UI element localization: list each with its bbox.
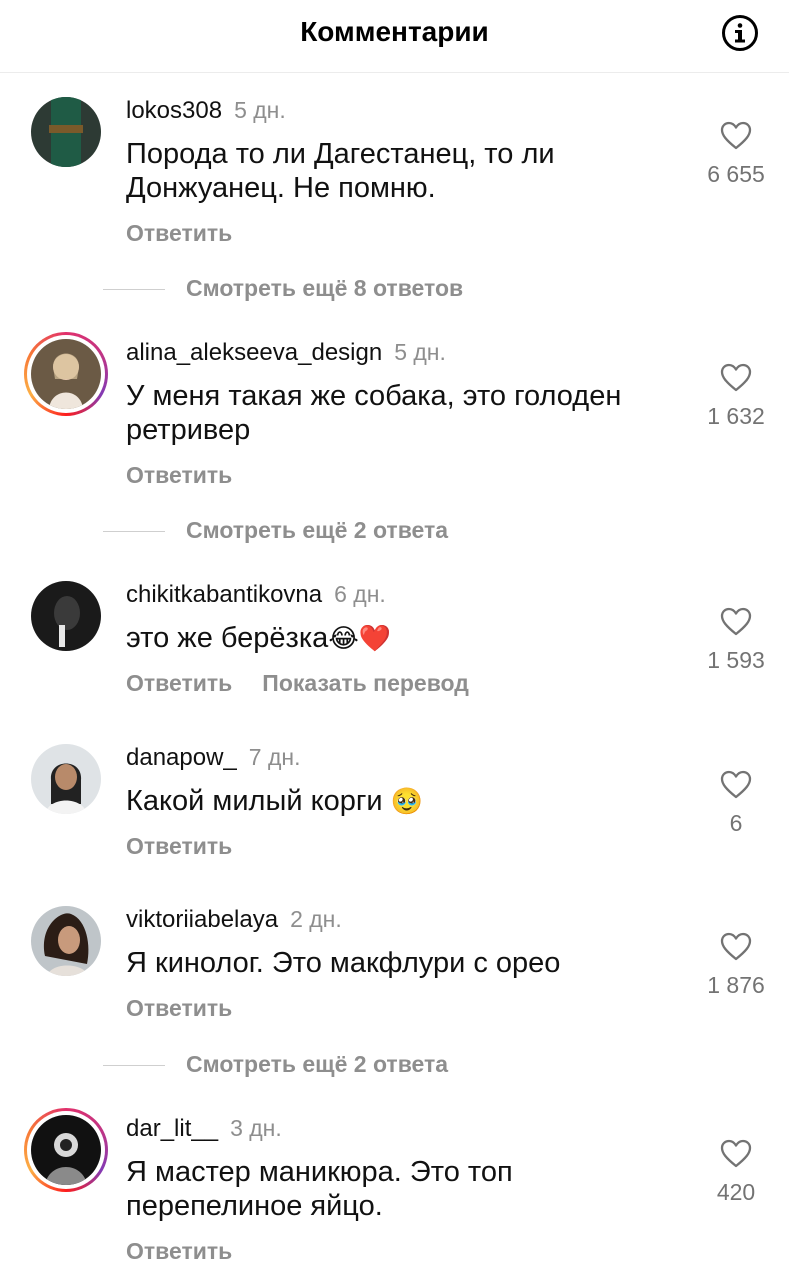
like-button[interactable]: 1 632 bbox=[700, 363, 772, 430]
heart-outline-icon[interactable] bbox=[720, 1139, 752, 1169]
view-replies-label[interactable]: Смотреть ещё 2 ответа bbox=[186, 517, 448, 544]
view-replies[interactable]: Смотреть ещё 2 ответа bbox=[0, 517, 789, 547]
like-count: 6 bbox=[729, 810, 743, 836]
header: Комментарии bbox=[0, 0, 789, 73]
info-icon[interactable] bbox=[721, 14, 759, 52]
reply-button[interactable]: Ответить bbox=[126, 670, 232, 696]
like-count: 1 876 bbox=[707, 972, 765, 998]
like-button[interactable]: 6 655 bbox=[700, 121, 772, 188]
heart-outline-icon[interactable] bbox=[720, 932, 752, 962]
timestamp: 3 дн. bbox=[230, 1115, 282, 1141]
reply-button[interactable]: Ответить bbox=[126, 462, 232, 488]
like-button[interactable]: 6 bbox=[700, 770, 772, 837]
view-replies[interactable]: Смотреть ещё 8 ответов bbox=[0, 275, 789, 305]
divider bbox=[103, 531, 165, 532]
like-count: 6 655 bbox=[707, 161, 765, 187]
like-count: 1 632 bbox=[707, 403, 765, 429]
avatar[interactable] bbox=[24, 1108, 108, 1192]
page-title: Комментарии bbox=[300, 16, 489, 47]
comment-text: У меня такая же собака, это голоден ретр… bbox=[126, 380, 622, 446]
like-button[interactable]: 1 876 bbox=[700, 932, 772, 999]
username[interactable]: dar_lit__ bbox=[126, 1115, 218, 1142]
view-replies[interactable]: Смотреть ещё 2 ответа bbox=[0, 1051, 789, 1081]
avatar[interactable] bbox=[24, 332, 108, 416]
emoji: 😂❤️ bbox=[328, 624, 392, 654]
timestamp: 2 дн. bbox=[290, 906, 342, 932]
divider bbox=[103, 289, 165, 290]
reply-button[interactable]: Ответить bbox=[126, 1238, 232, 1264]
avatar[interactable] bbox=[31, 97, 101, 167]
comment-text: Я кинолог. Это макфлури с орео bbox=[126, 947, 561, 979]
timestamp: 5 дн. bbox=[394, 339, 446, 365]
reply-button[interactable]: Ответить bbox=[126, 833, 232, 859]
like-count: 420 bbox=[716, 1179, 756, 1205]
heart-outline-icon[interactable] bbox=[720, 121, 752, 151]
username[interactable]: chikitkabantikovna bbox=[126, 581, 322, 608]
divider bbox=[103, 1065, 165, 1066]
username[interactable]: danapow_ bbox=[126, 744, 237, 771]
reply-button[interactable]: Ответить bbox=[126, 220, 232, 246]
like-button[interactable]: 1 593 bbox=[700, 607, 772, 674]
emoji: 🥹 bbox=[390, 787, 424, 817]
like-count: 1 593 bbox=[707, 647, 765, 673]
heart-outline-icon[interactable] bbox=[720, 607, 752, 637]
view-replies-label[interactable]: Смотреть ещё 8 ответов bbox=[186, 275, 463, 302]
comment-text: Какой милый корги 🥹 bbox=[126, 785, 424, 817]
comment-text: это же берёзка😂❤️ bbox=[126, 622, 392, 654]
username[interactable]: lokos308 bbox=[126, 97, 222, 124]
heart-outline-icon[interactable] bbox=[720, 363, 752, 393]
comment-text: Я мастер маникюра. Это топ перепелиное я… bbox=[126, 1156, 513, 1222]
heart-outline-icon[interactable] bbox=[720, 770, 752, 800]
timestamp: 7 дн. bbox=[248, 744, 301, 770]
like-button[interactable]: 420 bbox=[700, 1139, 772, 1206]
username[interactable]: alina_alekseeva_design bbox=[126, 339, 382, 366]
show-translation-button[interactable]: Показать перевод bbox=[262, 670, 469, 696]
reply-button[interactable]: Ответить bbox=[126, 995, 232, 1021]
timestamp: 5 дн. bbox=[234, 97, 286, 123]
avatar[interactable] bbox=[31, 906, 101, 976]
timestamp: 6 дн. bbox=[334, 581, 386, 607]
comment-text: Порода то ли Дагестанец, то ли Донжуанец… bbox=[126, 138, 555, 204]
avatar[interactable] bbox=[31, 744, 101, 814]
view-replies-label[interactable]: Смотреть ещё 2 ответа bbox=[186, 1051, 448, 1078]
username[interactable]: viktoriiabelaya bbox=[126, 906, 278, 933]
avatar[interactable] bbox=[31, 581, 101, 651]
